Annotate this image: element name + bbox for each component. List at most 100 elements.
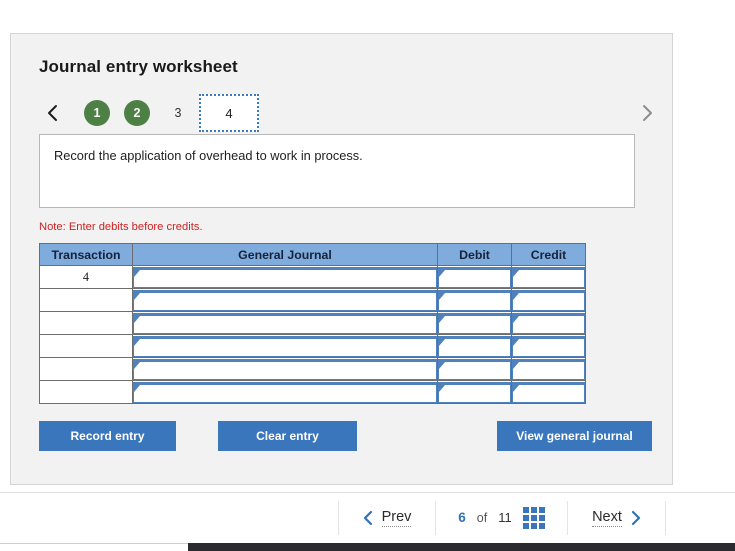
table-row [39,380,586,404]
credit-cell [511,288,586,312]
view-general-journal-button[interactable]: View general journal [497,421,652,451]
clear-entry-button[interactable]: Clear entry [218,421,357,451]
debit-cell [437,380,512,404]
page-root: Journal entry worksheet 1 2 3 4 Record t… [0,0,735,551]
column-header-debit: Debit [437,243,512,266]
stepper-prev-button[interactable] [39,103,65,123]
stepper-step-2[interactable]: 2 [117,94,157,132]
table-row [39,334,586,358]
transaction-number-cell [39,357,133,381]
credit-cell [511,334,586,358]
worksheet-stepper: 1 2 3 4 [39,94,652,132]
grid-cell [522,514,529,521]
credit-input[interactable] [512,381,585,403]
debit-cell [437,334,512,358]
next-page-label: Next [592,508,622,527]
general-journal-input[interactable] [133,335,437,357]
instruction-box: Record the application of overhead to wo… [39,134,635,208]
table-header: Transaction General Journal Debit Credit [39,243,586,266]
credit-cell [511,380,586,404]
credit-cell [511,311,586,335]
page-indicator: 6 of 11 [436,493,567,543]
total-page-count: 11 [498,510,512,525]
action-button-row: Record entry Clear entry View general jo… [39,421,652,451]
general-journal-input[interactable] [133,266,437,288]
debit-input[interactable] [438,381,511,403]
grid-cell [530,522,537,529]
stepper-step-1[interactable]: 1 [77,94,117,132]
debits-before-credits-note: Note: Enter debits before credits. [39,221,203,233]
transaction-number-cell: 4 [39,265,133,289]
grid-cell [530,514,537,521]
grid-cell [538,522,545,529]
grid-view-icon[interactable] [522,506,545,529]
stepper-step-4-label: 4 [225,105,233,121]
general-journal-input[interactable] [133,381,437,403]
credit-input[interactable] [512,312,585,334]
horizontal-scrollbar[interactable] [188,543,735,551]
general-journal-cell [132,357,438,381]
journal-entry-table: Transaction General Journal Debit Credit… [39,243,586,404]
grid-cell [530,506,537,513]
transaction-number-cell [39,334,133,358]
credit-input[interactable] [512,266,585,288]
credit-input[interactable] [512,289,585,311]
credit-cell [511,265,586,289]
table-header-row: Transaction General Journal Debit Credit [39,243,586,266]
debit-input[interactable] [438,289,511,311]
stepper-next-button[interactable] [633,103,659,123]
table-row [39,288,586,312]
debit-cell [437,357,512,381]
page-of-label: of [476,510,488,525]
credit-cell [511,357,586,381]
pagination-bar: Prev 6 of 11 Next [0,492,735,542]
debit-cell [437,311,512,335]
column-header-transaction: Transaction [39,243,133,266]
panel-content: Journal entry worksheet 1 2 3 4 Record t… [39,57,652,451]
table-body: 4 [39,265,586,404]
general-journal-input[interactable] [133,289,437,311]
debit-cell [437,288,512,312]
stepper-step-2-label: 2 [124,100,150,126]
scrollbar-track[interactable] [0,543,188,551]
debit-input[interactable] [438,266,511,288]
stepper-step-4[interactable]: 4 [199,94,259,132]
table-row: 4 [39,265,586,289]
table-row [39,311,586,335]
stepper-step-1-label: 1 [84,100,110,126]
pagination-spacer [666,493,735,543]
general-journal-cell [132,265,438,289]
chevron-right-icon [630,510,641,526]
grid-cell [538,506,545,513]
debit-input[interactable] [438,312,511,334]
next-page-button[interactable]: Next [568,493,665,543]
chevron-left-icon [363,510,374,526]
general-journal-cell [132,334,438,358]
table-row [39,357,586,381]
general-journal-cell [132,311,438,335]
general-journal-input[interactable] [133,312,437,334]
debit-input[interactable] [438,335,511,357]
grid-cell [522,506,529,513]
credit-input[interactable] [512,335,585,357]
grid-cell [522,522,529,529]
general-journal-input[interactable] [133,358,437,380]
page-title: Journal entry worksheet [39,57,238,76]
debit-input[interactable] [438,358,511,380]
column-header-credit: Credit [511,243,586,266]
stepper-step-3-label: 3 [174,106,182,120]
grid-cell [538,514,545,521]
stepper-step-3[interactable]: 3 [157,94,199,132]
chevron-left-icon [46,103,59,123]
instruction-text: Record the application of overhead to wo… [54,148,363,163]
general-journal-cell [132,380,438,404]
general-journal-cell [132,288,438,312]
record-entry-button[interactable]: Record entry [39,421,176,451]
transaction-number-cell [39,311,133,335]
transaction-number-cell [39,380,133,404]
credit-input[interactable] [512,358,585,380]
chevron-right-icon [640,103,653,123]
journal-entry-panel: Journal entry worksheet 1 2 3 4 Record t… [10,33,673,485]
prev-page-button[interactable]: Prev [339,493,435,543]
prev-page-label: Prev [381,508,412,527]
